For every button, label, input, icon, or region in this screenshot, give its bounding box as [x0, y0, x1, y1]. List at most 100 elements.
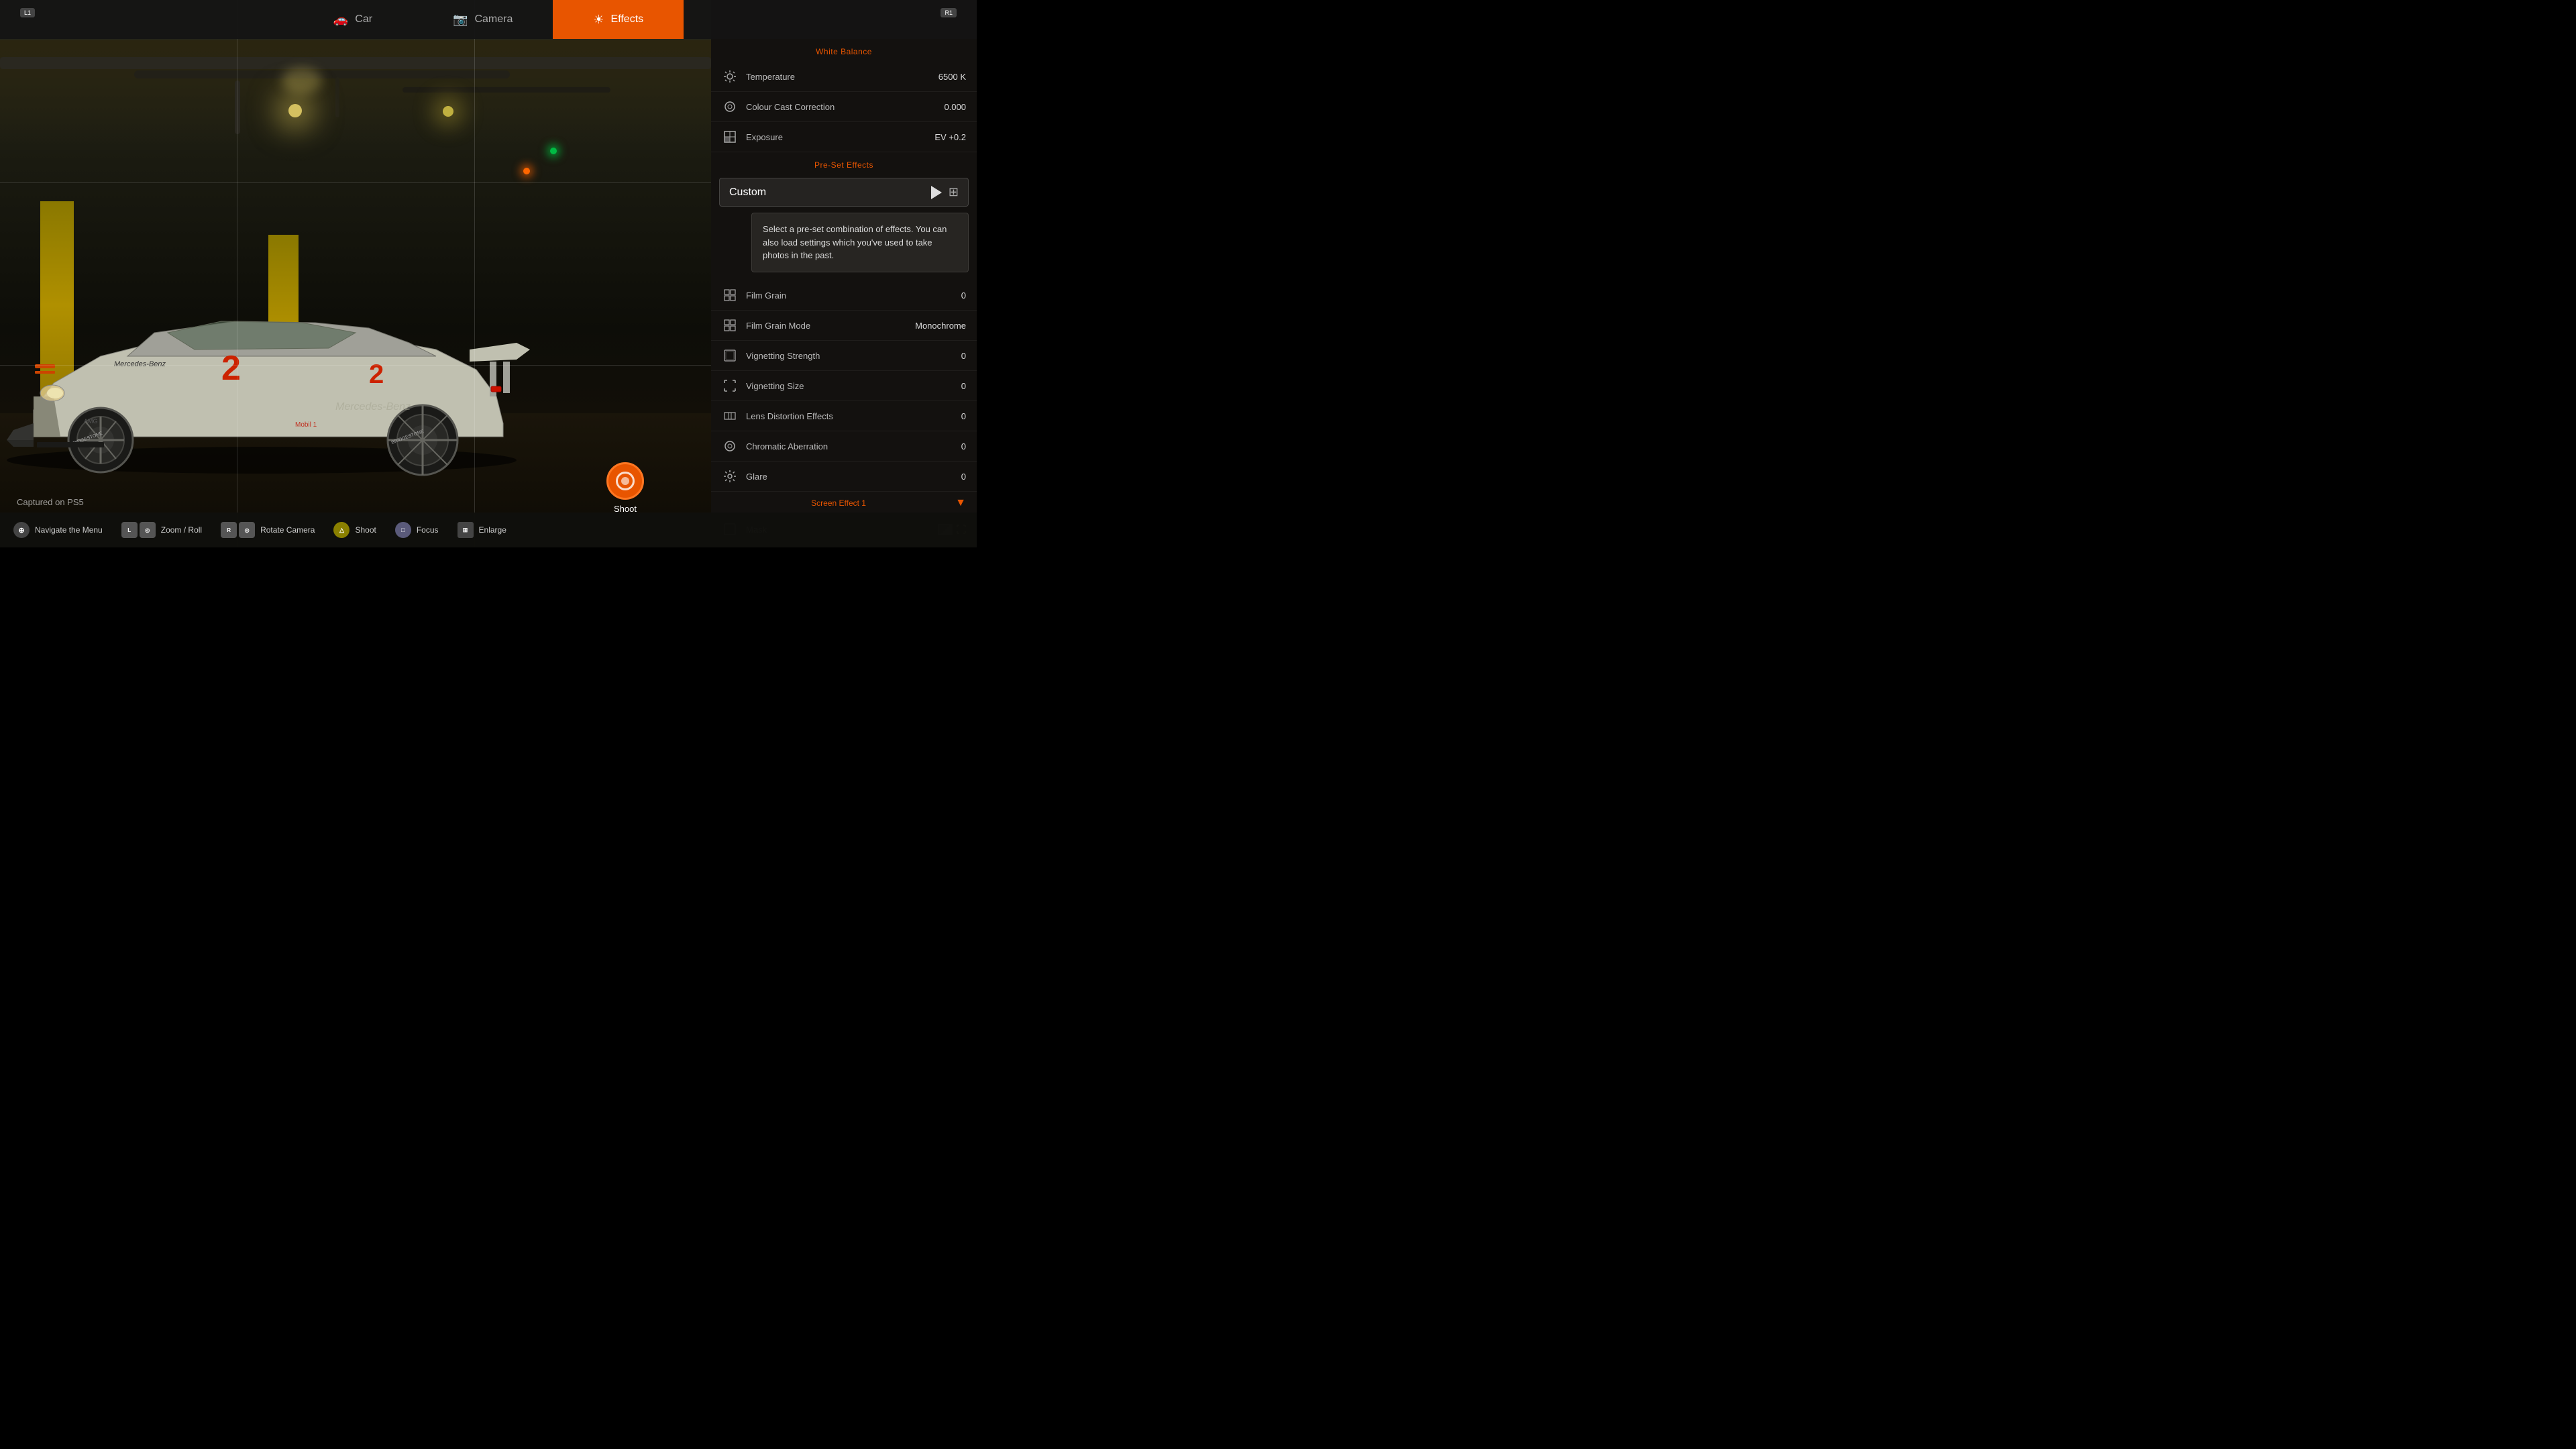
bottom-control-bar: ⊕ Navigate the Menu L ◎ Zoom / Roll R ◎ … [0, 513, 977, 547]
chromatic-aberration-icon [722, 438, 738, 454]
tab-effects-label: Effects [611, 13, 644, 25]
vignetting-size-value: 0 [961, 381, 966, 391]
svg-text:AMG: AMG [84, 418, 98, 425]
film-grain-row[interactable]: Film Grain 0 [711, 280, 977, 311]
navigate-label: Navigate the Menu [35, 525, 103, 535]
vignetting-size-label: Vignetting Size [746, 381, 961, 391]
l1-button[interactable]: L1 [20, 8, 35, 17]
lens-distortion-icon [722, 408, 738, 424]
camera-icon: 📷 [453, 13, 468, 27]
svg-text:Mercedes-Benz: Mercedes-Benz [335, 401, 411, 413]
chromatic-aberration-value: 0 [961, 441, 966, 451]
enlarge-label: Enlarge [479, 525, 506, 535]
ps5-watermark: Captured on PS5 [17, 497, 84, 507]
screen-effect-header: Screen Effect 1 ▼ [711, 492, 977, 515]
screen-effect-title: Screen Effect 1 [722, 498, 955, 508]
vignetting-size-icon [722, 378, 738, 394]
triangle-button-icon: △ [333, 522, 350, 538]
l-analog-icon: ◎ [140, 522, 156, 538]
vignetting-strength-row[interactable]: Vignetting Strength 0 [711, 341, 977, 371]
colour-cast-row[interactable]: Colour Cast Correction 0.000 [711, 92, 977, 122]
lens-distortion-value: 0 [961, 411, 966, 421]
rotate-buttons: R ◎ [221, 522, 255, 538]
square-button-icon: □ [395, 522, 411, 538]
preset-container: Custom ⊞ Select a pre-set combination of… [711, 178, 977, 207]
colour-cast-value: 0.000 [944, 102, 966, 112]
glare-icon [722, 468, 738, 484]
zoom-control: L ◎ Zoom / Roll [121, 522, 202, 538]
film-grain-mode-icon [722, 317, 738, 333]
panel-content: White Balance Temperature 6500 K [711, 0, 977, 547]
zoom-label: Zoom / Roll [161, 525, 202, 535]
car-scene: BRIDGESTONE BRIDGESTONE 2 2 Mercedes-Ben… [0, 0, 711, 547]
preset-name: Custom [729, 186, 926, 199]
svg-text:Mobil 1: Mobil 1 [295, 421, 317, 429]
r1-button[interactable]: R1 [941, 8, 957, 17]
car-representation: BRIDGESTONE BRIDGESTONE 2 2 Mercedes-Ben… [0, 262, 584, 480]
pipe-horizontal-1 [402, 87, 610, 93]
shoot-control: △ Shoot [333, 522, 376, 538]
dpad-icon: ⊞ [458, 522, 474, 538]
effects-icon: ☀ [593, 13, 604, 27]
enlarge-control: ⊞ Enlarge [458, 522, 506, 538]
exposure-icon [722, 129, 738, 145]
tab-car-label: Car [355, 13, 372, 25]
car-icon: 🚗 [333, 13, 348, 27]
svg-text:2: 2 [221, 349, 241, 388]
r-analog-icon: ◎ [239, 522, 255, 538]
shoot-circle-inner [616, 472, 635, 490]
top-navigation: L1 🚗 Car 📷 Camera ☀ Effects R1 [0, 0, 977, 39]
preset-tooltip: Select a pre-set combination of effects.… [751, 213, 969, 272]
glare-label: Glare [746, 472, 961, 482]
tab-effects[interactable]: ☀ Effects [553, 0, 684, 39]
ceiling-beam-1 [0, 57, 711, 69]
focus-label: Focus [417, 525, 439, 535]
vignetting-size-row[interactable]: Vignetting Size 0 [711, 371, 977, 401]
r-trigger-icon: R [221, 522, 237, 538]
focus-control: □ Focus [395, 522, 439, 538]
vignetting-strength-icon [722, 347, 738, 364]
lens-distortion-row[interactable]: Lens Distortion Effects 0 [711, 401, 977, 431]
ceiling-area [0, 40, 711, 148]
rotate-control: R ◎ Rotate Camera [221, 522, 315, 538]
traffic-light-orange [523, 168, 530, 174]
temperature-value: 6500 K [938, 72, 966, 82]
temperature-row[interactable]: Temperature 6500 K [711, 62, 977, 92]
colour-cast-icon [722, 99, 738, 115]
pipe-vertical-1 [235, 80, 240, 134]
film-grain-icon [722, 287, 738, 303]
tab-car[interactable]: 🚗 Car [293, 0, 413, 39]
main-viewport: BRIDGESTONE BRIDGESTONE 2 2 Mercedes-Ben… [0, 0, 711, 547]
zoom-buttons: L ◎ [121, 522, 156, 538]
film-grain-value: 0 [961, 290, 966, 301]
screen-effect-collapse-arrow[interactable]: ▼ [955, 497, 966, 509]
svg-text:2: 2 [369, 360, 384, 389]
glare-value: 0 [961, 472, 966, 482]
navigate-stick-icon: ⊕ [13, 522, 30, 538]
film-grain-mode-label: Film Grain Mode [746, 321, 915, 331]
l-trigger-icon: L [121, 522, 138, 538]
preset-cursor-arrow [931, 186, 942, 199]
white-balance-header: White Balance [711, 39, 977, 62]
exposure-row[interactable]: Exposure EV +0.2 [711, 122, 977, 152]
shoot-circle-button[interactable] [606, 462, 644, 500]
svg-text:Mercedes-Benz: Mercedes-Benz [114, 360, 166, 368]
ceiling-light-1 [288, 104, 302, 117]
colour-cast-label: Colour Cast Correction [746, 102, 944, 112]
ceiling-light-2 [443, 106, 453, 117]
chromatic-aberration-row[interactable]: Chromatic Aberration 0 [711, 431, 977, 462]
shoot-button-container: Shoot [606, 462, 644, 514]
temperature-label: Temperature [746, 72, 938, 82]
tab-camera[interactable]: 📷 Camera [413, 0, 553, 39]
glare-row[interactable]: Glare 0 [711, 462, 977, 492]
film-grain-mode-row[interactable]: Film Grain Mode Monochrome [711, 311, 977, 341]
exposure-label: Exposure [746, 132, 934, 142]
preset-selector[interactable]: Custom ⊞ [719, 178, 969, 207]
effects-settings-group: Film Grain 0 Film Grain Mode Monochrome [711, 280, 977, 492]
vignetting-strength-value: 0 [961, 351, 966, 361]
lens-distortion-label: Lens Distortion Effects [746, 411, 961, 421]
lamp-glow [282, 67, 322, 94]
exposure-value: EV +0.2 [934, 132, 966, 142]
tab-camera-label: Camera [474, 13, 513, 25]
pipe-vertical-2 [335, 77, 339, 117]
